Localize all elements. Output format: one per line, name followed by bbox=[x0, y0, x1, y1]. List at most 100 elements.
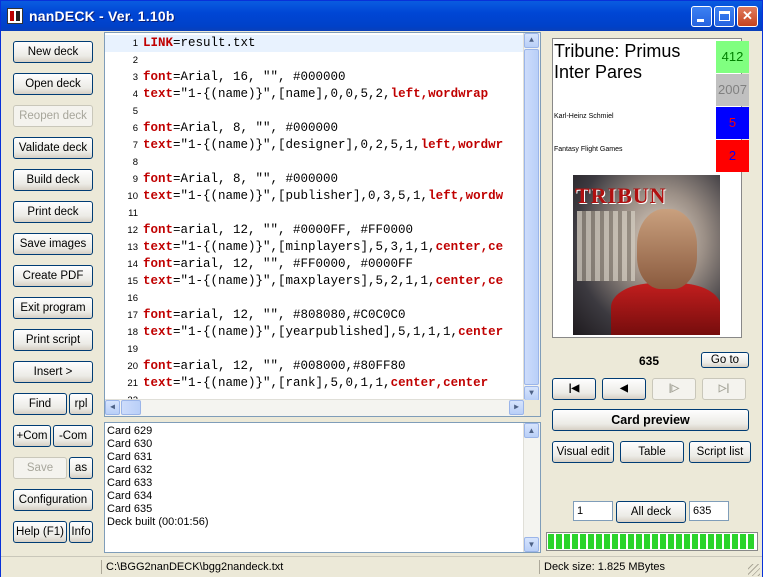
log-scroll-down-icon[interactable]: ▼ bbox=[524, 537, 539, 552]
remove-comment-button[interactable]: -Com bbox=[53, 425, 93, 447]
replace-button[interactable]: rpl bbox=[69, 393, 93, 415]
build-deck-button[interactable]: Build deck bbox=[13, 169, 93, 191]
scroll-up-icon[interactable]: ▲ bbox=[524, 33, 539, 48]
code-line[interactable]: 21 text="1-{(name)}",[rank],5,0,1,1,cente… bbox=[105, 375, 525, 392]
status-deck-size: Deck size: 1.825 MBytes bbox=[539, 560, 744, 574]
line-number: 18 bbox=[127, 327, 138, 338]
card-preview-button[interactable]: Card preview bbox=[552, 409, 749, 431]
log-vertical-scrollbar[interactable]: ▲ ▼ bbox=[523, 423, 540, 552]
code-args: =arial, 12, "", #FF0000, #0000FF bbox=[173, 257, 414, 271]
minimize-button[interactable] bbox=[691, 6, 712, 27]
code-line[interactable]: 19 bbox=[105, 341, 525, 358]
code-text: font=Arial, 8, "", #000000 bbox=[143, 172, 338, 186]
code-alignment-keywords: left,wordw bbox=[428, 189, 504, 203]
exit-program-button[interactable]: Exit program bbox=[13, 297, 93, 319]
code-alignment-keywords: left,wordwr bbox=[420, 138, 504, 152]
line-number: 16 bbox=[127, 293, 138, 304]
all-deck-button[interactable]: All deck bbox=[616, 501, 686, 523]
first-card-button[interactable]: |◀ bbox=[552, 378, 596, 400]
code-line[interactable]: 2 bbox=[105, 52, 525, 69]
window-title: nanDECK - Ver. 1.10b bbox=[29, 8, 175, 24]
log-scroll-up-icon[interactable]: ▲ bbox=[524, 423, 539, 438]
range-from-input[interactable]: 1 bbox=[573, 501, 613, 521]
code-text: text="1-{(name)}",[maxplayers],5,2,1,1,c… bbox=[143, 274, 503, 288]
find-button[interactable]: Find bbox=[13, 393, 67, 415]
code-line[interactable]: 13 text="1-{(name)}",[minplayers],5,3,1,1… bbox=[105, 239, 525, 256]
code-line[interactable]: 12 font=arial, 12, "", #0000FF, #FF0000 bbox=[105, 222, 525, 239]
visual-edit-button[interactable]: Visual edit bbox=[552, 441, 614, 463]
code-line[interactable]: 14 font=arial, 12, "", #FF0000, #0000FF bbox=[105, 256, 525, 273]
info-button[interactable]: Info bbox=[69, 521, 93, 543]
save-as-button[interactable]: as bbox=[69, 457, 93, 479]
scroll-down-icon[interactable]: ▼ bbox=[524, 386, 539, 401]
code-text: font=arial, 12, "", #0000FF, #FF0000 bbox=[143, 223, 413, 237]
code-line[interactable]: 16 bbox=[105, 290, 525, 307]
log-line: Deck built (00:01:56) bbox=[107, 516, 209, 528]
scroll-right-icon[interactable]: ▶ bbox=[509, 400, 524, 415]
code-line[interactable]: 3 font=Arial, 16, "", #000000 bbox=[105, 69, 525, 86]
configuration-button[interactable]: Configuration bbox=[13, 489, 93, 511]
table-button[interactable]: Table bbox=[620, 441, 684, 463]
last-card-button[interactable]: ▷| bbox=[702, 378, 746, 400]
help-button[interactable]: Help (F1) bbox=[13, 521, 67, 543]
app-icon bbox=[7, 8, 23, 24]
close-button[interactable]: ✕ bbox=[737, 6, 758, 27]
art-logo-text: TRIBUN bbox=[575, 183, 667, 208]
build-log[interactable]: Card 629 Card 630 Card 631 Card 632 Card 633… bbox=[104, 422, 541, 553]
line-number: 17 bbox=[127, 310, 138, 321]
line-number: 1 bbox=[132, 38, 138, 49]
script-editor[interactable]: 1 LINK=result.txt 2 3 font=Arial, 16, "", #0… bbox=[104, 32, 541, 417]
card-year: 2007 bbox=[716, 74, 749, 106]
code-args: ="1-{(name)}",[maxplayers],5,2,1,1, bbox=[173, 274, 436, 288]
script-list-button[interactable]: Script list bbox=[689, 441, 751, 463]
goto-button[interactable]: Go to bbox=[701, 352, 749, 368]
code-line[interactable]: 9 font=Arial, 8, "", #000000 bbox=[105, 171, 525, 188]
code-line[interactable]: 4 text="1-{(name)}",[name],0,0,5,2,left,w… bbox=[105, 86, 525, 103]
title-bar[interactable]: nanDECK - Ver. 1.10b ✕ bbox=[1, 1, 762, 31]
code-line[interactable]: 6 font=Arial, 8, "", #000000 bbox=[105, 120, 525, 137]
code-line[interactable]: 15 text="1-{(name)}",[maxplayers],5,2,1,1… bbox=[105, 273, 525, 290]
save-button[interactable]: Save bbox=[13, 457, 67, 479]
code-text: font=Arial, 8, "", #000000 bbox=[143, 121, 338, 135]
editor-vertical-thumb[interactable] bbox=[524, 49, 539, 385]
first-icon: |◀ bbox=[568, 383, 580, 394]
prev-card-button[interactable]: ◀ bbox=[602, 378, 646, 400]
reopen-deck-button[interactable]: Reopen deck bbox=[13, 105, 93, 127]
code-line[interactable]: 8 bbox=[105, 154, 525, 171]
code-line[interactable]: 17 font=arial, 12, "", #808080,#C0C0C0 bbox=[105, 307, 525, 324]
code-line[interactable]: 20 font=arial, 12, "", #008000,#80FF80 bbox=[105, 358, 525, 375]
editor-horizontal-scrollbar[interactable]: ◀ ▶ bbox=[105, 399, 525, 416]
code-line[interactable]: 10 text="1-{(name)}",[publisher],0,3,5,1,… bbox=[105, 188, 525, 205]
editor-horizontal-thumb[interactable] bbox=[121, 400, 141, 415]
resize-grip-icon[interactable] bbox=[748, 564, 760, 576]
add-comment-button[interactable]: +Com bbox=[13, 425, 51, 447]
code-keyword: font bbox=[143, 223, 174, 237]
art-figure-face bbox=[637, 209, 697, 289]
scroll-left-icon[interactable]: ◀ bbox=[105, 400, 120, 415]
code-line[interactable]: 11 bbox=[105, 205, 525, 222]
code-line[interactable]: 1 LINK=result.txt bbox=[105, 35, 525, 52]
insert-button[interactable]: Insert > bbox=[13, 361, 93, 383]
code-line[interactable]: 18 text="1-{(name)}",[yearpublished],5,1,… bbox=[105, 324, 525, 341]
print-deck-button[interactable]: Print deck bbox=[13, 201, 93, 223]
validate-deck-button[interactable]: Validate deck bbox=[13, 137, 93, 159]
print-script-button[interactable]: Print script bbox=[13, 329, 93, 351]
range-to-input[interactable]: 635 bbox=[689, 501, 729, 521]
preview-panel: Tribune: Primus Inter Pares Karl-Heinz S… bbox=[545, 32, 761, 554]
new-deck-button[interactable]: New deck bbox=[13, 41, 93, 63]
maximize-button[interactable] bbox=[714, 6, 735, 27]
editor-vertical-scrollbar[interactable]: ▲ ▼ bbox=[523, 33, 540, 401]
create-pdf-button[interactable]: Create PDF bbox=[13, 265, 93, 287]
code-keyword: LINK bbox=[143, 36, 174, 50]
open-deck-button[interactable]: Open deck bbox=[13, 73, 93, 95]
code-line[interactable]: 7 text="1-{(name)}",[designer],0,2,5,1,le… bbox=[105, 137, 525, 154]
art-figure-body bbox=[611, 283, 720, 335]
code-text: text="1-{(name)}",[minplayers],5,3,1,1,c… bbox=[143, 240, 503, 254]
next-card-button[interactable]: |▷ bbox=[652, 378, 696, 400]
save-images-button[interactable]: Save images bbox=[13, 233, 93, 255]
last-icon: ▷| bbox=[718, 383, 730, 394]
code-alignment-keywords: center,ce bbox=[435, 274, 504, 288]
code-keyword: text bbox=[143, 87, 174, 101]
code-keyword: text bbox=[143, 376, 174, 390]
code-line[interactable]: 5 bbox=[105, 103, 525, 120]
